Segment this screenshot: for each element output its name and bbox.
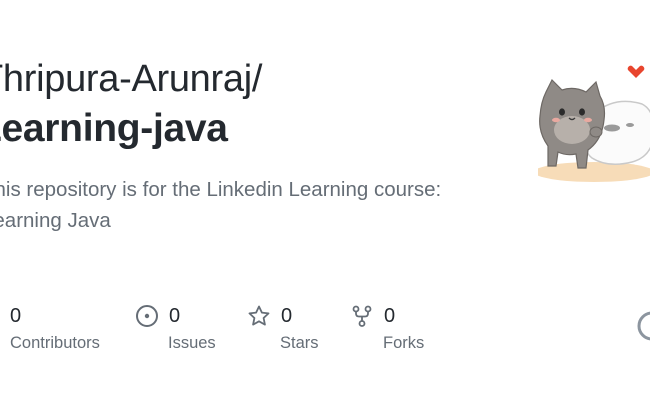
stat-contributors[interactable]: 0 Contributors	[10, 300, 100, 353]
owner-avatar[interactable]	[538, 52, 650, 182]
repo-owner[interactable]: Thripura-Arunraj/	[0, 54, 262, 104]
repo-social-card: Thripura-Arunraj/ Learning-java This rep…	[0, 0, 650, 400]
stat-issues[interactable]: 0 Issues	[135, 300, 216, 353]
cat-avatar-icon	[538, 65, 650, 182]
stars-label: Stars	[280, 334, 319, 352]
fork-icon	[350, 304, 374, 328]
repo-description: This repository is for the Linkedin Lear…	[0, 178, 442, 232]
issue-icon	[135, 304, 159, 328]
forks-count: 0	[384, 304, 396, 327]
repo-stats: 0 Contributors 0 Issues 0 Stars 0 Forks	[0, 300, 650, 370]
stat-stars[interactable]: 0 Stars	[247, 300, 319, 353]
contributors-label: Contributors	[10, 334, 100, 352]
stat-forks[interactable]: 0 Forks	[350, 300, 424, 353]
github-logo-icon	[636, 310, 650, 342]
star-icon	[247, 304, 271, 328]
forks-label: Forks	[383, 334, 425, 352]
contributors-count: 0	[10, 304, 22, 327]
repo-name[interactable]: Learning-java	[0, 104, 228, 154]
issues-count: 0	[169, 304, 181, 327]
issues-label: Issues	[168, 334, 216, 352]
stars-count: 0	[281, 304, 293, 327]
